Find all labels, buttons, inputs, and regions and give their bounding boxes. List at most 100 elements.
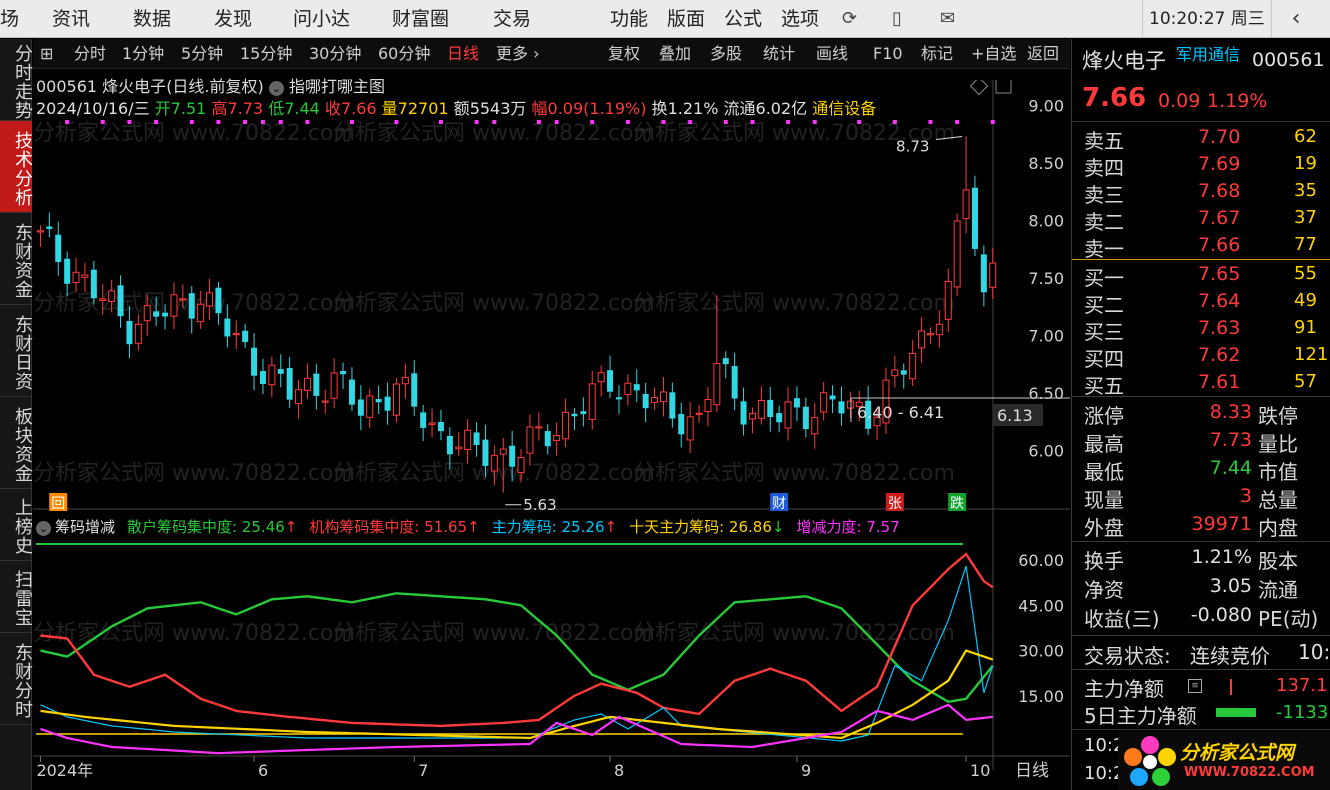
- menu-item[interactable]: 交易: [493, 0, 531, 38]
- candle-body-down: [607, 370, 614, 392]
- main-net5-value: -1133: [1276, 702, 1329, 723]
- event-mark[interactable]: 张: [888, 496, 902, 512]
- retail-concentration-line: [40, 592, 994, 704]
- last-price: 7.66: [1082, 83, 1147, 113]
- candle-body-down: [980, 254, 987, 293]
- menu-item[interactable]: 资讯: [52, 0, 90, 38]
- menu-item[interactable]: 选项: [781, 0, 819, 38]
- toolbar-button[interactable]: 30分钟: [309, 39, 361, 69]
- sub-indicator-label: 十天主力筹码:: [629, 518, 729, 536]
- sub-indicator-label: 主力筹码:: [491, 518, 562, 536]
- candle-body-up: [811, 417, 819, 435]
- chart-toolbar: ⊞ 分时 1分钟 5分钟 15分钟 30分钟 60分钟 日线 更多 › 复权 叠加 多股 统计 画线 F10…: [33, 39, 1070, 69]
- candle-body-up: [846, 400, 854, 409]
- candle-body-down: [642, 393, 649, 409]
- refresh-icon[interactable]: ⟳: [842, 0, 857, 38]
- watermark-badge: 分析家公式网 WWW.70822.COM: [1118, 732, 1330, 790]
- toolbar-button[interactable]: 15分钟: [240, 39, 292, 69]
- time-label: 8: [614, 761, 624, 780]
- toolbar-button[interactable]: 复权: [608, 39, 640, 69]
- candle-body-up: [392, 383, 400, 416]
- candle-body-down: [224, 318, 231, 337]
- toolbar-button[interactable]: 更多 ›: [496, 39, 540, 69]
- toolbar-button[interactable]: 多股: [710, 39, 742, 69]
- sub-tick: 60.00: [1018, 551, 1064, 570]
- time-label: 9: [801, 761, 811, 780]
- toolbar-button[interactable]: 1分钟: [122, 39, 164, 69]
- watermark-text: 分析家公式网 www.70822.com: [33, 461, 355, 486]
- left-nav-item[interactable]: 扫雷宝: [0, 561, 33, 633]
- candle-body-down: [802, 406, 809, 430]
- toolbar-button[interactable]: 5分钟: [181, 39, 223, 69]
- quote-panel: 烽火电子 军用通信 000561 7.66 0.09 1.19% 卖五 7.70 62 卖四 7.6…: [1071, 39, 1330, 790]
- event-mark[interactable]: 回: [51, 496, 65, 512]
- signal-dot: [625, 120, 630, 124]
- ask-price: 7.66: [1198, 234, 1241, 256]
- stat-label-right: 总量: [1258, 488, 1298, 512]
- menu-item[interactable]: 公式: [724, 0, 762, 38]
- calculator-icon[interactable]: ▯: [892, 0, 902, 38]
- detail-table-icon[interactable]: ≡: [1188, 679, 1202, 693]
- candle-body-up: [962, 189, 970, 220]
- event-mark[interactable]: 跌: [950, 496, 964, 512]
- kline-chart-area[interactable]: 分析家公式网 www.70822.com 分析家公式网 www.70822.com…: [33, 80, 1070, 790]
- toolbar-button[interactable]: ⊞: [40, 39, 53, 69]
- candle-body-down: [90, 269, 97, 299]
- sub-indicator-name[interactable]: 筹码增减: [55, 518, 115, 536]
- candle-body-up: [748, 413, 756, 420]
- sub-tick: 30.00: [1018, 642, 1064, 661]
- toolbar-button[interactable]: +自选: [971, 39, 1016, 69]
- signal-dot: [438, 120, 443, 124]
- left-nav-item[interactable]: 板块资金: [0, 397, 33, 489]
- mail-icon[interactable]: ✉: [940, 0, 955, 38]
- candle-body-down: [357, 399, 364, 416]
- back-arrow-icon[interactable]: ‹: [1276, 0, 1316, 38]
- candle-body-down: [615, 397, 622, 400]
- sub-indicator-dropdown-icon[interactable]: ⌄: [36, 521, 51, 536]
- menu-item[interactable]: 版面: [667, 0, 705, 38]
- event-mark[interactable]: 财: [772, 496, 786, 512]
- bid-volume: 57: [1294, 371, 1317, 392]
- concept-tag[interactable]: 军用通信: [1176, 41, 1240, 65]
- toolbar-button[interactable]: 画线: [816, 39, 848, 69]
- signal-dot: [892, 120, 897, 124]
- diamond-icon[interactable]: [969, 80, 989, 96]
- candle-body-up: [918, 330, 926, 349]
- candle-body-down: [126, 321, 133, 345]
- stat-label: 外盘: [1084, 516, 1124, 540]
- menu-item[interactable]: 数据: [133, 0, 171, 38]
- toolbar-button[interactable]: 分时: [74, 39, 106, 69]
- watermark-text: 分析家公式网 www.70822.com: [633, 461, 955, 486]
- candle-body-up: [72, 271, 80, 284]
- left-nav-item[interactable]: 东财日资: [0, 305, 33, 397]
- candle-body-up: [535, 426, 543, 429]
- candle-body-down: [259, 371, 266, 385]
- menu-item[interactable]: 发现: [214, 0, 252, 38]
- candle-body-down: [46, 226, 53, 230]
- left-nav-item[interactable]: 东财资金: [0, 213, 33, 305]
- menu-item[interactable]: 财富圈: [392, 0, 449, 38]
- candle-body-up: [553, 434, 561, 442]
- toolbar-button[interactable]: 统计: [763, 39, 795, 69]
- panel-toggle-icon[interactable]: [995, 80, 1012, 94]
- sub-indicator-value: 26.86: [728, 518, 772, 536]
- menu-item[interactable]: 问小达: [293, 0, 350, 38]
- left-nav-item[interactable]: 上榜史: [0, 489, 33, 561]
- period-label[interactable]: 日线: [1015, 761, 1049, 781]
- toolbar-button[interactable]: 60分钟: [378, 39, 430, 69]
- menu-item[interactable]: 场: [0, 0, 19, 38]
- toolbar-button[interactable]: F10: [873, 39, 903, 69]
- left-nav-item[interactable]: 技术分析: [0, 121, 33, 213]
- ask-volume: 35: [1294, 180, 1317, 201]
- toolbar-button[interactable]: 返回: [1027, 39, 1059, 69]
- left-nav-item[interactable]: 分时走势: [0, 39, 33, 121]
- candle-body-down: [242, 330, 249, 343]
- left-nav-item[interactable]: 东财分时: [0, 633, 33, 725]
- bid-price: 7.61: [1198, 371, 1241, 393]
- toolbar-button[interactable]: 叠加: [659, 39, 691, 69]
- left-vertical-nav: 分时走势 技术分析 东财资金 东财日资 板块资金 上榜史 扫雷宝 东财分时: [0, 39, 33, 790]
- menu-item[interactable]: 功能: [610, 0, 648, 38]
- toolbar-button[interactable]: 日线: [447, 39, 479, 69]
- toolbar-button[interactable]: 标记: [921, 39, 953, 69]
- candle-body-down: [900, 370, 907, 375]
